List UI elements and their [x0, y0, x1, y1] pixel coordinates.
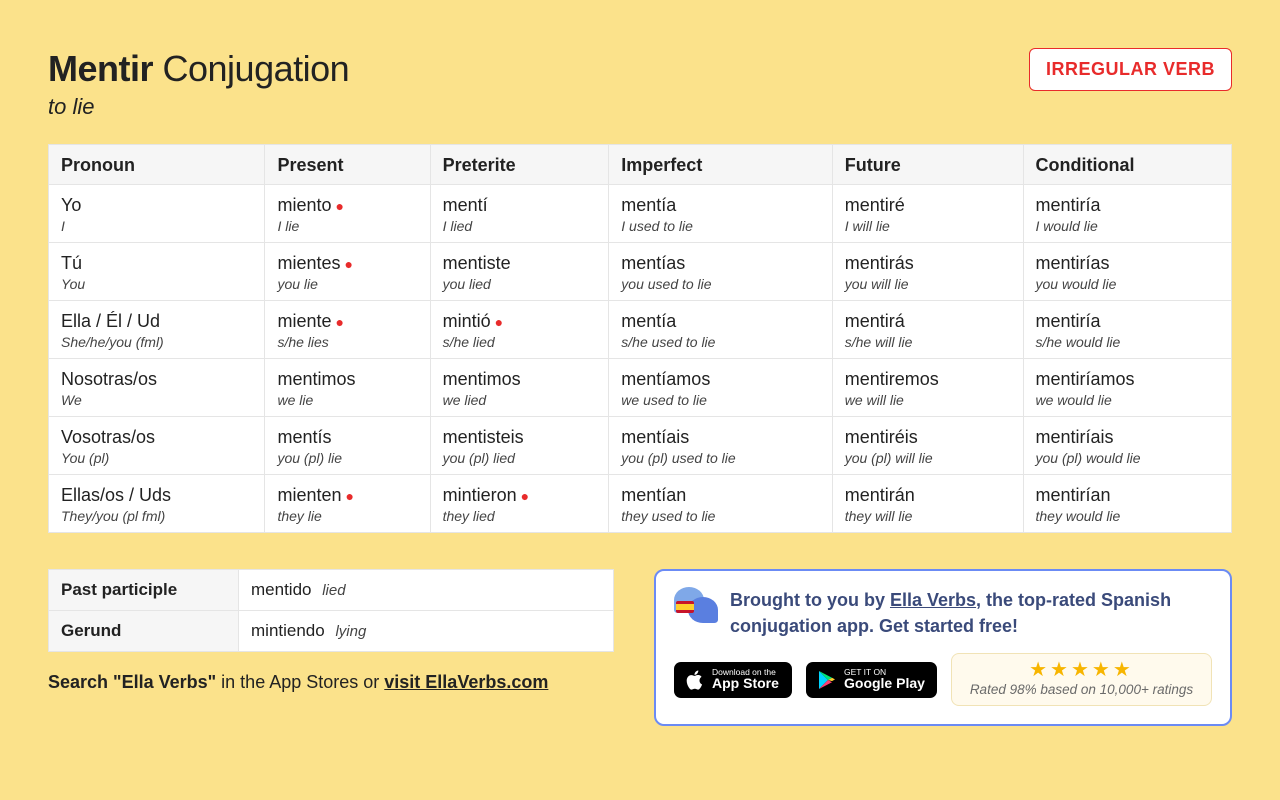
col-header-5: Conditional: [1023, 145, 1232, 185]
pronoun-cell: Nosotras/osWe: [49, 359, 265, 417]
past-participle-gloss: lied: [322, 582, 345, 599]
conj-cell: mintió●s/he lied: [430, 301, 609, 359]
gerund-form: mintiendo: [251, 621, 325, 640]
irregular-dot-icon: ●: [521, 488, 529, 504]
stars-icon: ★★★★★: [962, 660, 1201, 680]
conj-cell: miente●s/he lies: [265, 301, 430, 359]
conj-cell: mentíasyou used to lie: [609, 243, 832, 301]
conj-cell: mentisteyou lied: [430, 243, 609, 301]
apple-icon: [686, 670, 704, 690]
verb-meaning: to lie: [48, 94, 349, 120]
search-rest: in the App Stores or: [216, 672, 384, 692]
past-participle-form: mentido: [251, 580, 311, 599]
irregular-dot-icon: ●: [495, 314, 503, 330]
conj-cell: mentías/he used to lie: [609, 301, 832, 359]
promo-text: Brought to you by Ella Verbs, the top-ra…: [730, 587, 1212, 639]
google-play-icon: [818, 670, 836, 690]
table-row: Ellas/os / UdsThey/you (pl fml)mienten●t…: [49, 475, 1232, 533]
conj-cell: mintieron●they lied: [430, 475, 609, 533]
rating-box: ★★★★★ Rated 98% based on 10,000+ ratings: [951, 653, 1212, 706]
visit-link[interactable]: visit EllaVerbs.com: [384, 672, 548, 692]
irregular-dot-icon: ●: [346, 488, 354, 504]
conj-cell: mentísyou (pl) lie: [265, 417, 430, 475]
irregular-dot-icon: ●: [335, 198, 343, 214]
conj-cell: mentirás/he will lie: [832, 301, 1023, 359]
promo-box: Brought to you by Ella Verbs, the top-ra…: [654, 569, 1232, 726]
conj-cell: mienten●they lie: [265, 475, 430, 533]
table-row: YoImiento●I liementíI liedmentíaI used t…: [49, 185, 1232, 243]
conj-cell: mentíaisyou (pl) used to lie: [609, 417, 832, 475]
conj-cell: mentiremoswe will lie: [832, 359, 1023, 417]
pronoun-cell: Ellas/os / UdsThey/you (pl fml): [49, 475, 265, 533]
conj-cell: mentiríasyou would lie: [1023, 243, 1232, 301]
gerund-gloss: lying: [335, 623, 366, 640]
irregular-dot-icon: ●: [344, 256, 352, 272]
conj-cell: mentíaI used to lie: [609, 185, 832, 243]
table-row: TúYoumientes●you liementisteyou liedment…: [49, 243, 1232, 301]
page-title: Mentir Conjugation: [48, 48, 349, 90]
gerund-label: Gerund: [49, 611, 239, 652]
table-row: Nosotras/osWementimoswe liementimoswe li…: [49, 359, 1232, 417]
conj-cell: mentirásyou will lie: [832, 243, 1023, 301]
past-participle-cell: mentido lied: [239, 570, 614, 611]
conj-cell: mentiríamoswe would lie: [1023, 359, 1232, 417]
conj-cell: mentirías/he would lie: [1023, 301, 1232, 359]
conj-cell: mentimoswe lied: [430, 359, 609, 417]
pronoun-cell: Vosotras/osYou (pl): [49, 417, 265, 475]
past-participle-label: Past participle: [49, 570, 239, 611]
verb-name: Mentir: [48, 48, 153, 89]
col-header-2: Preterite: [430, 145, 609, 185]
participles-table: Past participle mentido lied Gerund mint…: [48, 569, 614, 652]
conj-cell: mentiréisyou (pl) will lie: [832, 417, 1023, 475]
ella-verbs-link[interactable]: Ella Verbs: [890, 590, 976, 610]
google-play-badge[interactable]: GET IT ONGoogle Play: [806, 662, 937, 698]
col-header-3: Imperfect: [609, 145, 832, 185]
pronoun-cell: TúYou: [49, 243, 265, 301]
conj-cell: mentiríaI would lie: [1023, 185, 1232, 243]
conj-cell: mentíamoswe used to lie: [609, 359, 832, 417]
conj-cell: mentiránthey will lie: [832, 475, 1023, 533]
col-header-4: Future: [832, 145, 1023, 185]
pronoun-cell: YoI: [49, 185, 265, 243]
irregular-dot-icon: ●: [335, 314, 343, 330]
col-header-1: Present: [265, 145, 430, 185]
search-bold: Search "Ella Verbs": [48, 672, 216, 692]
rating-text: Rated 98% based on 10,000+ ratings: [962, 682, 1201, 697]
conj-cell: mentíI lied: [430, 185, 609, 243]
conj-cell: mentiréI will lie: [832, 185, 1023, 243]
chat-bubbles-icon: [674, 587, 718, 623]
table-row: Ella / Él / UdShe/he/you (fml)miente●s/h…: [49, 301, 1232, 359]
conj-cell: miento●I lie: [265, 185, 430, 243]
app-store-badge[interactable]: Download on theApp Store: [674, 662, 792, 698]
conjugation-table: PronounPresentPreteriteImperfectFutureCo…: [48, 144, 1232, 533]
gerund-cell: mintiendo lying: [239, 611, 614, 652]
conj-cell: mentiríanthey would lie: [1023, 475, 1232, 533]
conj-cell: mentisteisyou (pl) lied: [430, 417, 609, 475]
search-line: Search "Ella Verbs" in the App Stores or…: [48, 672, 614, 693]
table-row: Vosotras/osYou (pl)mentísyou (pl) liemen…: [49, 417, 1232, 475]
irregular-badge: IRREGULAR VERB: [1029, 48, 1232, 91]
conj-cell: mentimoswe lie: [265, 359, 430, 417]
conj-cell: mentiríaisyou (pl) would lie: [1023, 417, 1232, 475]
col-header-0: Pronoun: [49, 145, 265, 185]
conj-cell: mientes●you lie: [265, 243, 430, 301]
title-suffix: Conjugation: [153, 48, 349, 89]
pronoun-cell: Ella / Él / UdShe/he/you (fml): [49, 301, 265, 359]
conj-cell: mentíanthey used to lie: [609, 475, 832, 533]
